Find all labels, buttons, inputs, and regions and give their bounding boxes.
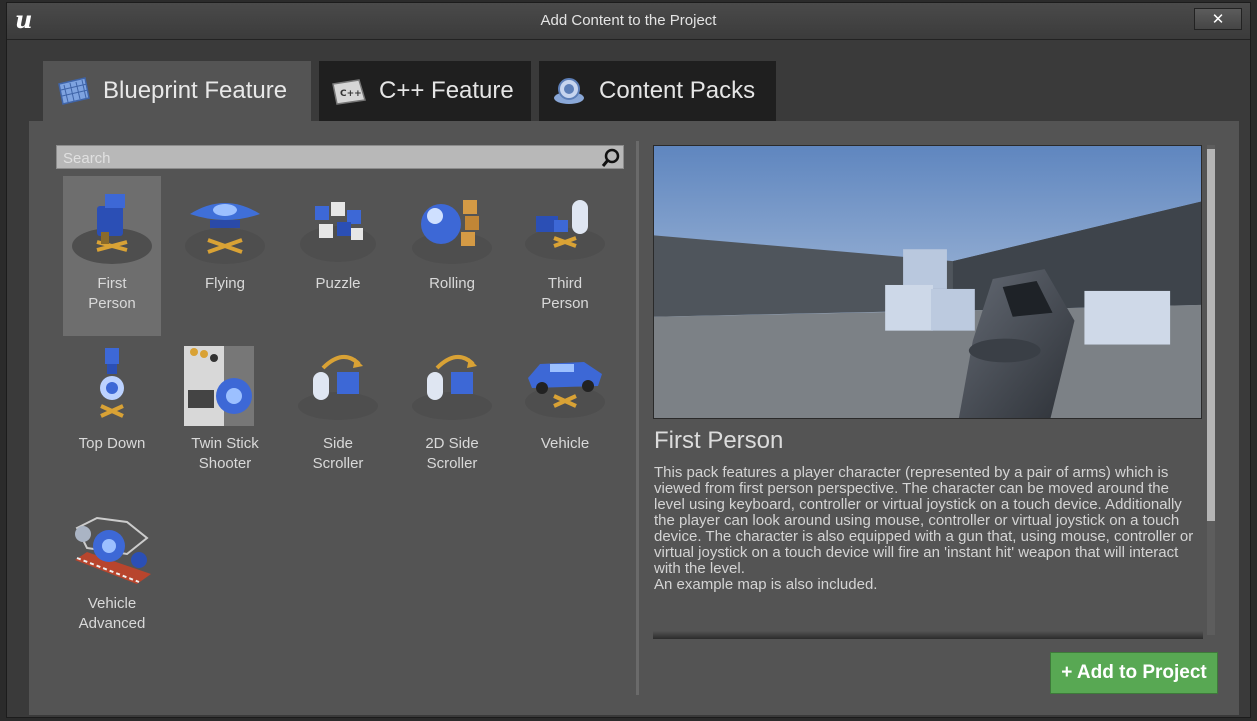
template-label: Third Person <box>541 275 589 312</box>
template-label: Rolling <box>429 275 475 292</box>
scrollbar-thumb[interactable] <box>1207 149 1215 521</box>
template-label: Twin Stick Shooter <box>191 435 259 472</box>
details-scrollbar[interactable] <box>1207 145 1215 635</box>
tab-blueprint-feature[interactable]: Blueprint Feature <box>43 61 311 121</box>
add-content-dialog: u Add Content to the Project ✕ Blueprint… <box>6 2 1251 718</box>
2d-side-scroller-icon <box>412 355 492 420</box>
template-preview-image <box>653 145 1202 419</box>
content-pack-icon <box>554 78 584 104</box>
rolling-icon <box>412 200 492 264</box>
tab-label: Blueprint Feature <box>103 77 288 104</box>
details-description: This pack features a player character (r… <box>654 465 1200 637</box>
blueprint-icon <box>58 77 90 105</box>
template-puzzle[interactable]: Puzzle <box>289 176 387 336</box>
puzzle-icon <box>300 202 376 262</box>
flying-icon <box>185 203 265 264</box>
template-first-person[interactable]: First Person <box>63 176 161 336</box>
third-person-icon <box>525 200 605 260</box>
template-label: Side Scroller <box>312 435 364 472</box>
template-label: Puzzle <box>315 275 361 292</box>
template-label: Vehicle <box>540 435 590 452</box>
template-label: Flying <box>204 275 245 292</box>
template-side-scroller[interactable]: Side Scroller <box>289 336 387 496</box>
tab-label: Content Packs <box>599 77 756 104</box>
search-box[interactable] <box>56 145 624 169</box>
vehicle-advanced-icon <box>75 516 151 584</box>
template-third-person[interactable]: Third Person <box>516 176 614 336</box>
template-2d-side-scroller[interactable]: 2D Side Scroller <box>403 336 501 496</box>
template-flying[interactable]: Flying <box>176 176 274 336</box>
twin-stick-shooter-icon <box>184 346 254 426</box>
content-panel: First Person Flying <box>29 121 1239 715</box>
description-paragraph: This pack features a player character (r… <box>654 465 1194 577</box>
side-scroller-icon <box>298 355 378 420</box>
template-top-down[interactable]: Top Down <box>63 336 161 496</box>
panel-divider <box>636 141 639 695</box>
tab-content-packs[interactable]: Content Packs <box>539 61 776 121</box>
svg-text:C++: C++ <box>340 89 362 99</box>
details-title: First Person <box>654 427 784 454</box>
template-vehicle[interactable]: Vehicle <box>516 336 614 496</box>
description-paragraph: An example map is also included. <box>654 576 878 593</box>
first-person-icon <box>72 194 152 264</box>
template-label: Vehicle Advanced <box>78 595 146 632</box>
vehicle-icon <box>525 362 605 418</box>
cpp-icon: C++ <box>332 79 366 105</box>
top-down-icon <box>100 348 124 418</box>
title-bar[interactable]: u Add Content to the Project ✕ <box>7 3 1250 40</box>
add-to-project-button[interactable]: + Add to Project <box>1050 652 1218 694</box>
search-input[interactable] <box>61 147 585 169</box>
template-label: First Person <box>88 275 136 312</box>
tab-label: C++ Feature <box>379 77 514 104</box>
close-button[interactable]: ✕ <box>1194 8 1242 30</box>
template-twin-stick-shooter[interactable]: Twin Stick Shooter <box>176 336 274 496</box>
tab-cpp-feature[interactable]: C++ C++ Feature <box>319 61 531 121</box>
template-label: Top Down <box>78 435 146 452</box>
template-label: 2D Side Scroller <box>425 435 479 472</box>
window-title: Add Content to the Project <box>540 12 717 29</box>
description-fade <box>653 631 1203 639</box>
first-person-preview <box>654 146 1201 418</box>
template-vehicle-advanced[interactable]: Vehicle Advanced <box>63 496 161 656</box>
template-rolling[interactable]: Rolling <box>403 176 501 336</box>
search-icon[interactable] <box>601 148 621 168</box>
